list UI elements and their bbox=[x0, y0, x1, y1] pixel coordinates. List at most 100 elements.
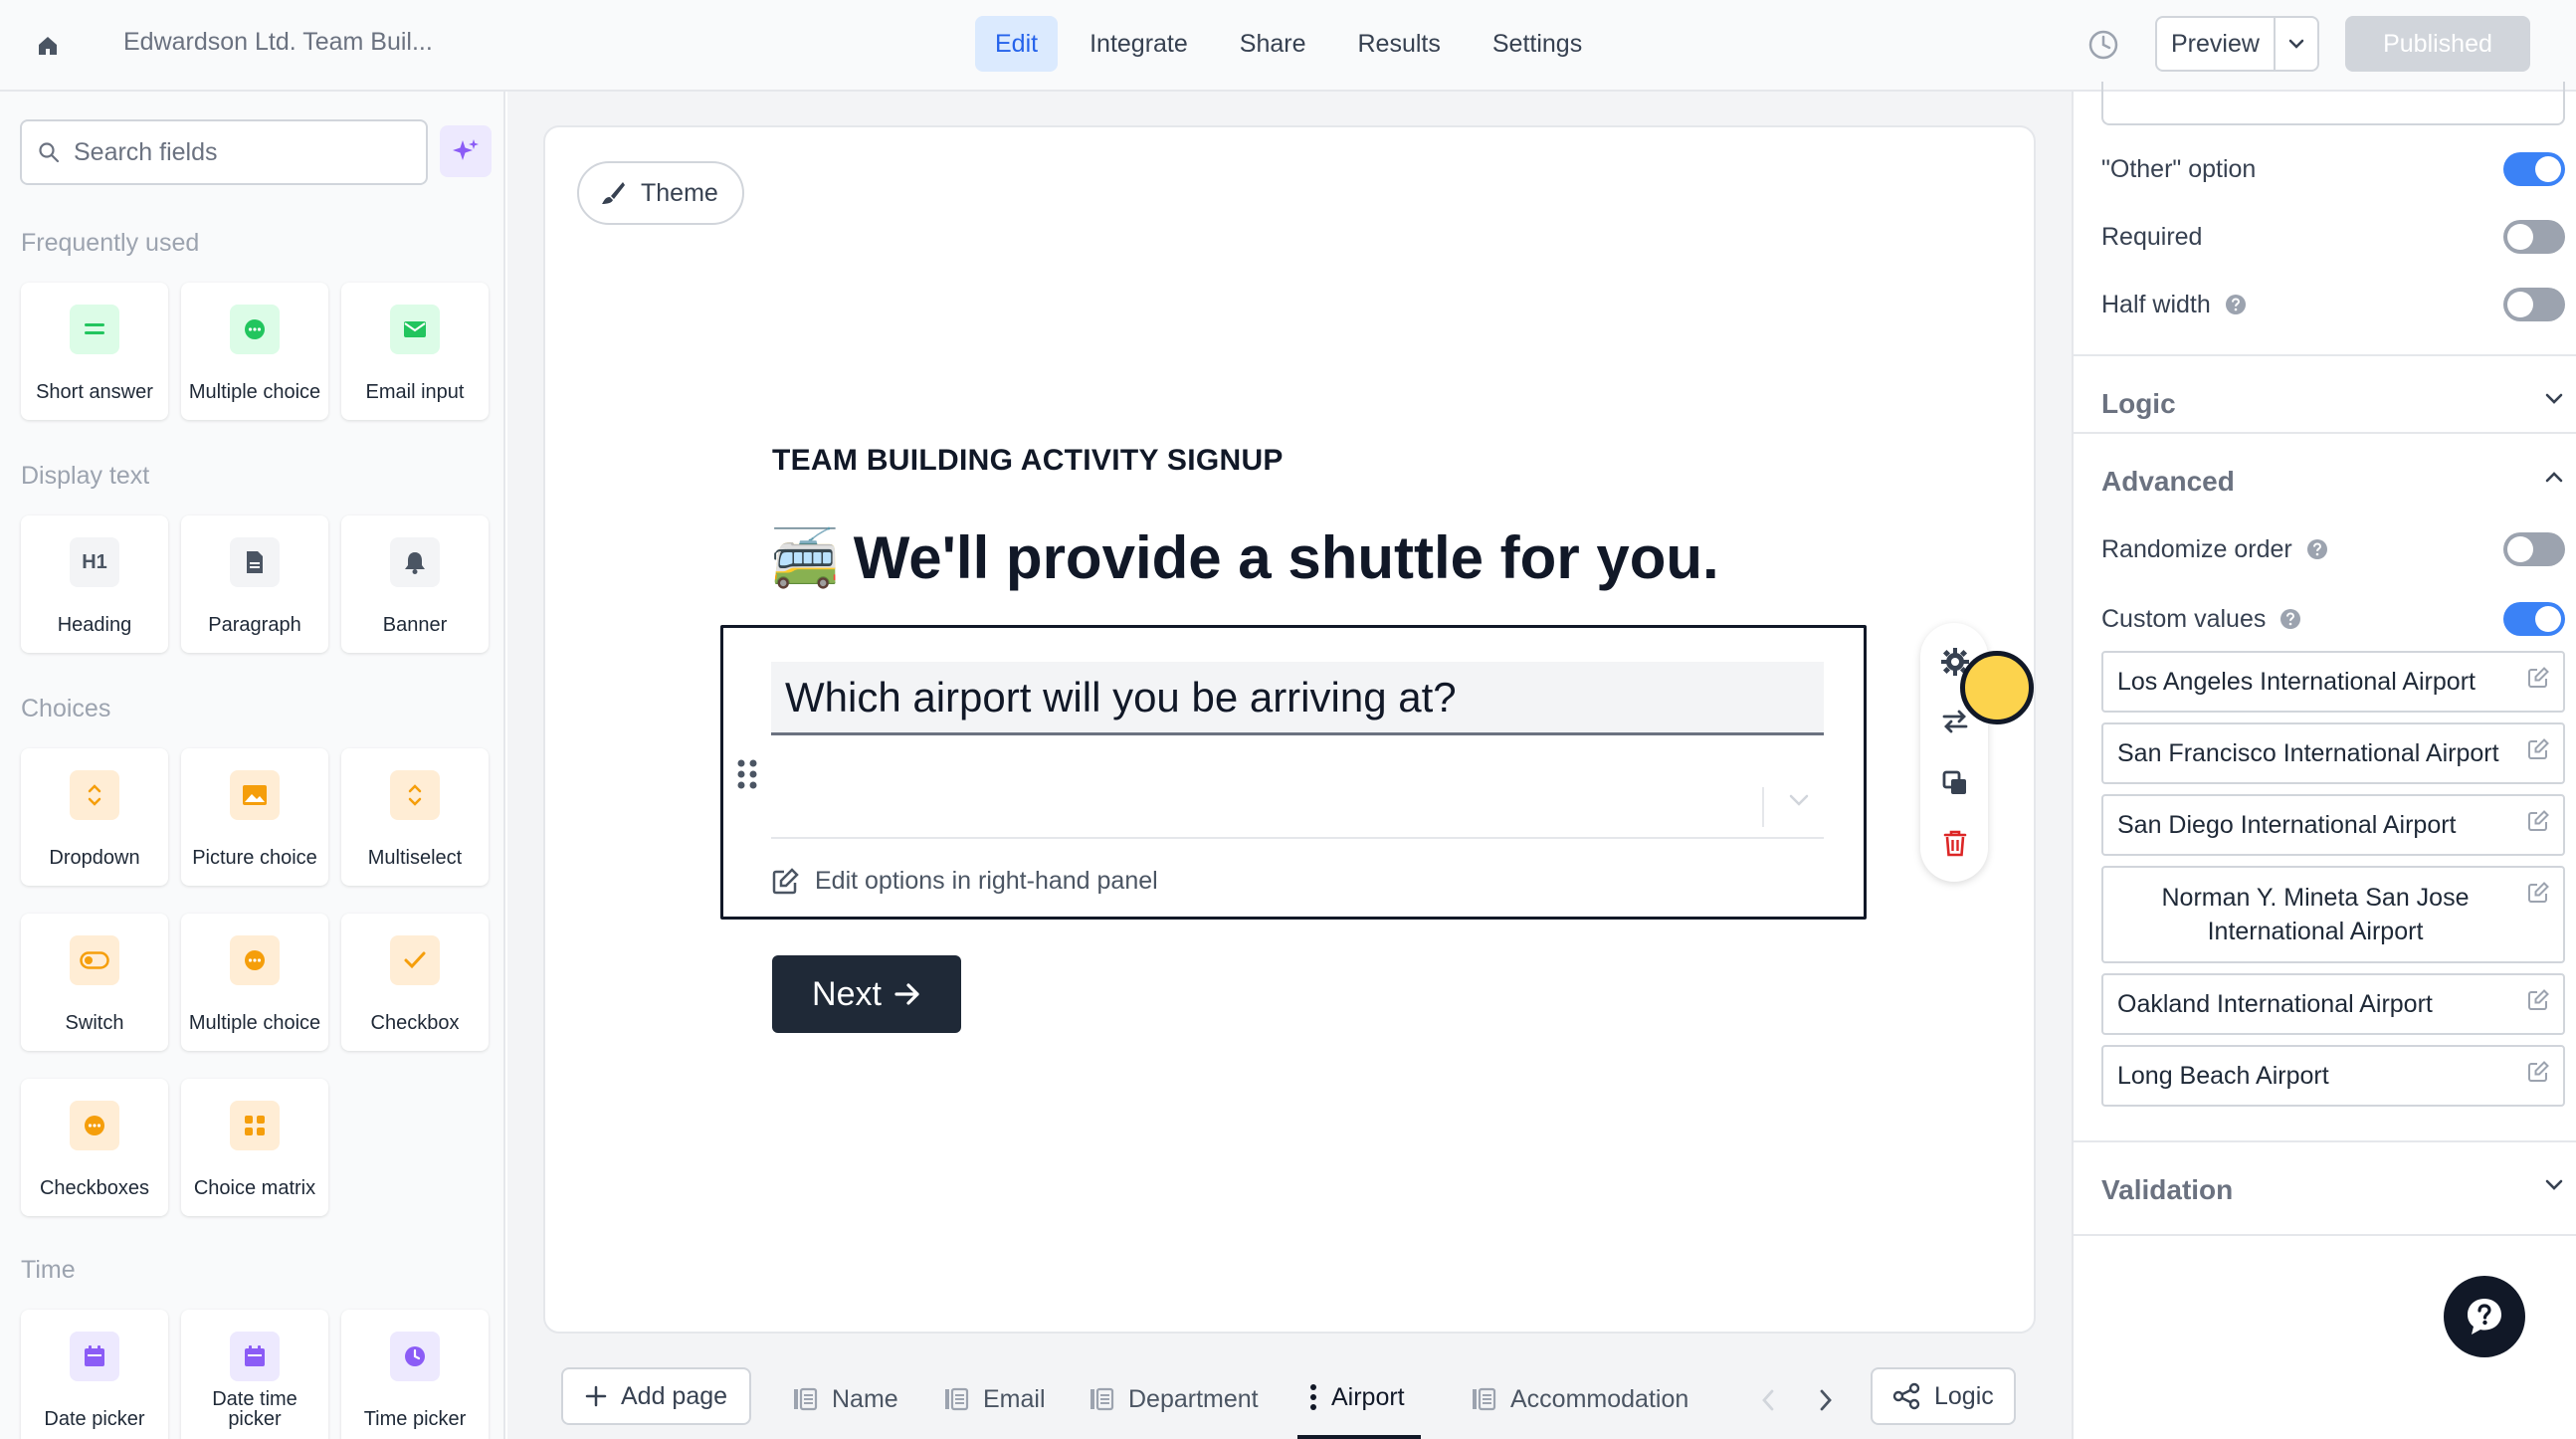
publish-button[interactable]: Published bbox=[2345, 16, 2530, 72]
edit-icon bbox=[772, 867, 799, 894]
tab-edit[interactable]: Edit bbox=[975, 16, 1059, 72]
page-tab-airport[interactable]: Airport bbox=[1297, 1359, 1421, 1439]
field-card-label: Multiple choice bbox=[188, 1012, 321, 1034]
help-icon[interactable] bbox=[2279, 608, 2301, 630]
logic-button[interactable]: Logic bbox=[1871, 1367, 2016, 1425]
field-card-label: Switch bbox=[65, 1012, 124, 1034]
field-card-short-answer[interactable]: Short answer bbox=[21, 283, 168, 420]
field-card-picture-choice[interactable]: Picture choice bbox=[181, 748, 328, 886]
field-card-label: Multiple choice bbox=[188, 381, 321, 403]
logic-label: Logic bbox=[1934, 1381, 1994, 1410]
tab-settings[interactable]: Settings bbox=[1473, 16, 1602, 72]
theme-button[interactable]: Theme bbox=[577, 161, 744, 225]
duplicate-icon[interactable] bbox=[1938, 766, 1972, 800]
required-toggle[interactable] bbox=[2503, 220, 2565, 254]
label-input[interactable] bbox=[2101, 82, 2565, 125]
form-kicker[interactable]: TEAM BUILDING ACTIVITY SIGNUP bbox=[772, 444, 1284, 478]
custom-value-item[interactable]: San Diego International Airport bbox=[2101, 794, 2565, 856]
help-icon[interactable] bbox=[2306, 538, 2328, 560]
field-card-choice-matrix[interactable]: Choice matrix bbox=[181, 1079, 328, 1216]
logic-section-header[interactable]: Logic bbox=[2101, 382, 2565, 426]
advanced-section-header[interactable]: Advanced bbox=[2101, 460, 2565, 504]
question-chat-icon bbox=[2468, 1299, 2501, 1335]
field-card-email-input[interactable]: Email input bbox=[341, 283, 489, 420]
field-card-checkbox[interactable]: Checkbox bbox=[341, 914, 489, 1051]
field-card-label: Time picker bbox=[363, 1408, 467, 1430]
airport-dropdown[interactable] bbox=[771, 767, 1824, 839]
custom-value-item[interactable]: San Francisco International Airport bbox=[2101, 722, 2565, 784]
next-button[interactable]: Next bbox=[772, 955, 961, 1033]
tab-results[interactable]: Results bbox=[1338, 16, 1461, 72]
field-card-time-picker[interactable]: Time picker bbox=[341, 1310, 489, 1439]
help-icon[interactable] bbox=[2225, 294, 2247, 315]
field-card-date-time-picker[interactable]: Date time picker bbox=[181, 1310, 328, 1439]
half-width-label: Half width bbox=[2101, 290, 2211, 318]
chevron-down-icon[interactable] bbox=[1788, 793, 1810, 812]
page-tab-department[interactable]: Department bbox=[1089, 1359, 1259, 1439]
half-width-toggle[interactable] bbox=[2503, 288, 2565, 321]
field-card-multiple-choice[interactable]: Multiple choice bbox=[181, 283, 328, 420]
field-card-label: Date time picker bbox=[212, 1388, 297, 1430]
add-page-button[interactable]: Add page bbox=[561, 1367, 752, 1425]
edit-icon[interactable] bbox=[2527, 738, 2549, 760]
short-answer-icon bbox=[70, 305, 119, 354]
custom-value-text: Los Angeles International Airport bbox=[2117, 667, 2476, 696]
edit-icon[interactable] bbox=[2527, 810, 2549, 832]
history-icon[interactable] bbox=[2085, 27, 2121, 63]
chevron-left-icon[interactable] bbox=[1753, 1385, 1783, 1415]
advanced-heading: Advanced bbox=[2101, 466, 2235, 497]
chevron-right-icon[interactable] bbox=[1811, 1385, 1841, 1415]
form-heading[interactable]: 🚎 We'll provide a shuttle for you. bbox=[770, 523, 1719, 592]
sparkle-icon[interactable] bbox=[440, 125, 492, 177]
field-card-checkboxes[interactable]: Checkboxes bbox=[21, 1079, 168, 1216]
validation-section-header[interactable]: Validation bbox=[2101, 1168, 2565, 1212]
field-card-switch[interactable]: Switch bbox=[21, 914, 168, 1051]
chevron-down-icon[interactable] bbox=[2276, 18, 2317, 70]
chevron-up-icon bbox=[2545, 472, 2563, 483]
other-option-toggle[interactable] bbox=[2503, 152, 2565, 186]
help-chat-button[interactable] bbox=[2444, 1276, 2525, 1357]
field-card-dropdown[interactable]: Dropdown bbox=[21, 748, 168, 886]
drag-handle-icon[interactable] bbox=[735, 757, 759, 791]
edit-options-hint[interactable]: Edit options in right-hand panel bbox=[771, 867, 1158, 896]
edit-icon[interactable] bbox=[2527, 882, 2549, 904]
field-card-label: Checkboxes bbox=[39, 1177, 150, 1199]
home-icon[interactable] bbox=[28, 26, 68, 66]
edit-icon[interactable] bbox=[2527, 1061, 2549, 1083]
field-card-heading[interactable]: H1 Heading bbox=[21, 515, 168, 653]
page-tab-accommodation[interactable]: Accommodation bbox=[1471, 1359, 1688, 1439]
custom-value-item[interactable]: Long Beach Airport bbox=[2101, 1045, 2565, 1107]
custom-value-item[interactable]: Los Angeles International Airport bbox=[2101, 651, 2565, 713]
document-title[interactable]: Edwardson Ltd. Team Buil... bbox=[123, 28, 433, 57]
tab-share[interactable]: Share bbox=[1220, 16, 1326, 72]
next-label: Next bbox=[812, 974, 882, 1013]
field-card-date-picker[interactable]: Date picker bbox=[21, 1310, 168, 1439]
dropdown-icon bbox=[70, 770, 119, 820]
edit-icon[interactable] bbox=[2527, 667, 2549, 689]
question-block[interactable]: Which airport will you be arriving at? E… bbox=[720, 625, 1867, 920]
multiple-choice-icon bbox=[230, 935, 280, 985]
search-input[interactable] bbox=[74, 137, 392, 167]
section-label-choices: Choices bbox=[21, 695, 111, 722]
edit-icon[interactable] bbox=[2527, 989, 2549, 1011]
field-card-multiselect[interactable]: Multiselect bbox=[341, 748, 489, 886]
field-card-paragraph[interactable]: Paragraph bbox=[181, 515, 328, 653]
question-title-input[interactable]: Which airport will you be arriving at? bbox=[771, 662, 1824, 735]
custom-value-item[interactable]: Oakland International Airport bbox=[2101, 973, 2565, 1035]
field-card-label: Choice matrix bbox=[193, 1177, 316, 1199]
trash-icon[interactable] bbox=[1938, 826, 1972, 860]
custom-value-item[interactable]: Norman Y. Mineta San Jose International … bbox=[2101, 866, 2565, 963]
form-heading-text: We'll provide a shuttle for you. bbox=[853, 524, 1719, 591]
page-tab-name[interactable]: Name bbox=[792, 1359, 898, 1439]
preview-button[interactable]: Preview bbox=[2157, 18, 2276, 70]
search-box[interactable] bbox=[20, 119, 428, 185]
field-card-banner[interactable]: Banner bbox=[341, 515, 489, 653]
field-card-multiple-choice-2[interactable]: Multiple choice bbox=[181, 914, 328, 1051]
checkbox-icon bbox=[390, 935, 440, 985]
randomize-toggle[interactable] bbox=[2503, 532, 2565, 566]
custom-values-toggle[interactable] bbox=[2503, 602, 2565, 636]
tab-integrate[interactable]: Integrate bbox=[1070, 16, 1208, 72]
randomize-label: Randomize order bbox=[2101, 534, 2292, 563]
page-tab-email[interactable]: Email bbox=[943, 1359, 1046, 1439]
clock-icon bbox=[390, 1332, 440, 1381]
